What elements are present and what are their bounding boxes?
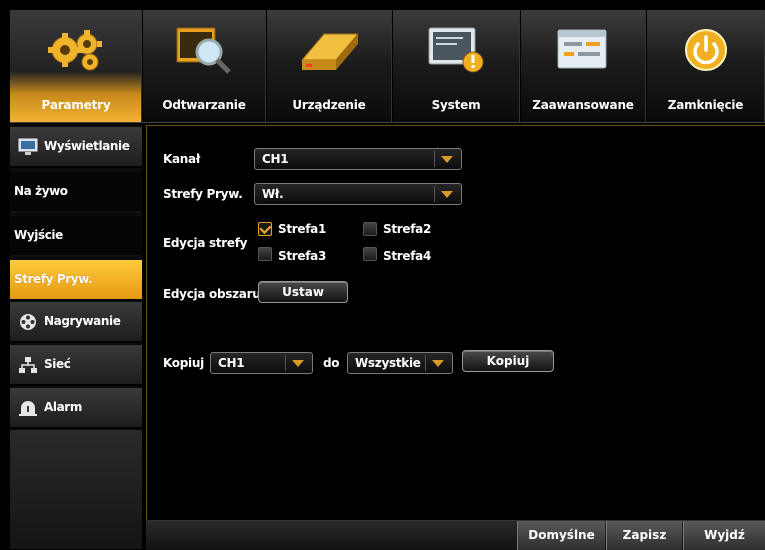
- strefy-pryw-select[interactable]: Wł.: [254, 183, 462, 205]
- kanal-select[interactable]: CH1: [254, 148, 462, 170]
- chevron-down-icon: [434, 186, 459, 202]
- strefa4-label: Strefa4: [383, 249, 432, 263]
- do-label: do: [323, 356, 340, 370]
- top-toolbar: Parametry Odtwarzanie Urządzenie System …: [10, 10, 765, 123]
- side-menu-filler: [10, 430, 142, 549]
- sidebar-item-strefy-pryw[interactable]: Strefy Pryw.: [10, 260, 142, 301]
- top-tab-zamkniecie[interactable]: Zamknięcie: [646, 10, 765, 122]
- bottom-action-bar: Domyślne Zapisz Wyjdź: [146, 520, 765, 550]
- sidebar-item-label: Sieć: [44, 357, 71, 371]
- sidebar-item-label: Wyświetlanie: [44, 139, 130, 153]
- sidebar-item-label: Alarm: [44, 400, 82, 414]
- default-button[interactable]: Domyślne: [517, 521, 605, 550]
- playback-search-icon: [171, 22, 237, 76]
- network-icon: [18, 356, 38, 374]
- ustaw-button[interactable]: Ustaw: [258, 281, 348, 303]
- hard-drive-icon: [296, 22, 362, 76]
- sidebar-item-label: Nagrywanie: [44, 314, 121, 328]
- kopiuj-button[interactable]: Kopiuj: [462, 350, 554, 372]
- strefa4-checkbox[interactable]: [363, 247, 377, 261]
- power-icon: [673, 22, 739, 76]
- top-tab-label: Parametry: [41, 98, 111, 112]
- edycja-strefy-label: Edycja strefy: [163, 236, 248, 250]
- top-tab-system[interactable]: System: [392, 10, 521, 122]
- sidebar-item-siec[interactable]: Sieć: [10, 345, 142, 386]
- top-tab-label: Zaawansowane: [532, 98, 634, 112]
- strefa2-label: Strefa2: [383, 222, 432, 236]
- strefa3-label: Strefa3: [278, 249, 327, 263]
- top-tab-odtwarzanie[interactable]: Odtwarzanie: [142, 10, 267, 122]
- save-button[interactable]: Zapisz: [606, 521, 682, 550]
- top-tab-label: System: [431, 98, 481, 112]
- chevron-down-icon: [434, 151, 459, 167]
- sidebar-item-wyswietlanie[interactable]: Wyświetlanie: [10, 127, 142, 168]
- kopiuj-label: Kopiuj: [163, 356, 204, 370]
- chevron-down-icon: [285, 355, 310, 371]
- kanal-label: Kanał: [163, 152, 200, 166]
- side-menu: Wyświetlanie Na żywo Wyjście Strefy Pryw…: [10, 124, 142, 549]
- top-tab-label: Odtwarzanie: [162, 98, 246, 112]
- strefy-pryw-label: Strefy Pryw.: [163, 187, 243, 201]
- copy-source-value: CH1: [218, 356, 245, 370]
- advanced-settings-icon: [550, 22, 616, 76]
- sidebar-item-label: Na żywo: [14, 184, 68, 198]
- dvr-settings-screen: Parametry Odtwarzanie Urządzenie System …: [0, 0, 765, 550]
- copy-target-select[interactable]: Wszystkie: [347, 352, 453, 374]
- strefa1-label: Strefa1: [278, 222, 327, 236]
- top-tab-zaawansowane[interactable]: Zaawansowane: [520, 10, 647, 122]
- sidebar-item-wyjscie[interactable]: Wyjście: [10, 216, 142, 257]
- top-tab-label: Urządzenie: [292, 98, 366, 112]
- sidebar-item-label: Wyjście: [14, 228, 63, 242]
- sidebar-item-na-zywo[interactable]: Na żywo: [10, 172, 142, 213]
- top-tab-parametry[interactable]: Parametry: [10, 10, 143, 122]
- strefa3-checkbox[interactable]: [258, 247, 272, 261]
- top-tab-label: Zamknięcie: [667, 98, 744, 112]
- exit-button[interactable]: Wyjdź: [683, 521, 765, 550]
- edycja-obszaru-label: Edycja obszaru: [163, 287, 261, 301]
- copy-target-value: Wszystkie: [355, 356, 421, 370]
- film-reel-icon: [18, 313, 38, 331]
- chevron-down-icon: [425, 355, 450, 371]
- privacy-zones-panel: Kanał CH1 Strefy Pryw. Wł. Edycja strefy…: [146, 125, 765, 549]
- gears-icon: [43, 22, 109, 76]
- kanal-value: CH1: [262, 152, 289, 166]
- strefy-pryw-value: Wł.: [262, 187, 284, 201]
- strefa2-checkbox[interactable]: [363, 222, 377, 236]
- top-tab-urzadzenie[interactable]: Urządzenie: [266, 10, 393, 122]
- checkmark-icon: [259, 221, 272, 235]
- sidebar-item-nagrywanie[interactable]: Nagrywanie: [10, 302, 142, 343]
- monitor-icon: [18, 138, 38, 156]
- copy-source-select[interactable]: CH1: [210, 352, 313, 374]
- sidebar-item-alarm[interactable]: Alarm: [10, 388, 142, 429]
- strefa1-checkbox[interactable]: [258, 221, 272, 236]
- system-info-icon: [423, 22, 489, 76]
- alarm-icon: [18, 399, 38, 417]
- sidebar-item-label: Strefy Pryw.: [14, 272, 93, 286]
